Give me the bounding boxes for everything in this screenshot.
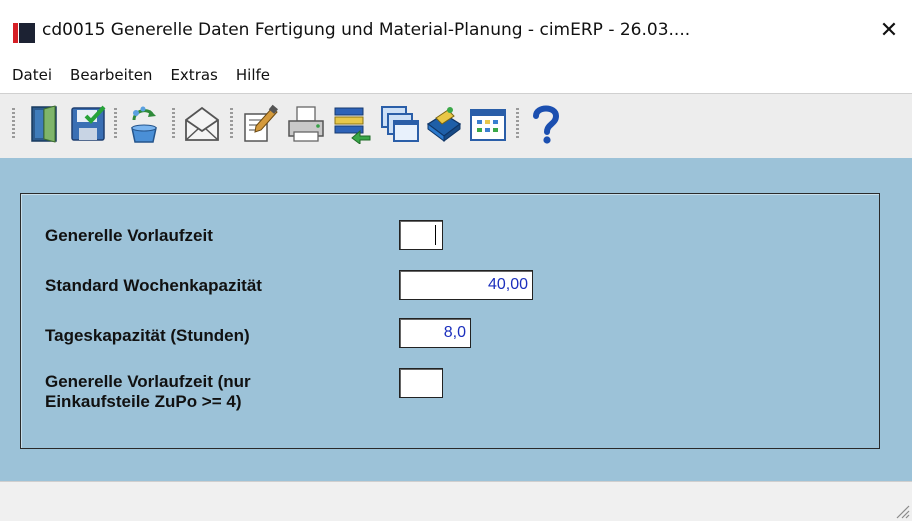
toolbar-separator [516, 108, 519, 140]
toolbar-grip [12, 108, 15, 140]
help-icon[interactable] [526, 104, 566, 144]
book-icon[interactable] [424, 104, 464, 144]
calendar-icon[interactable] [468, 104, 508, 144]
exit-door-icon[interactable] [24, 104, 64, 144]
toolbar-separator [172, 108, 175, 140]
close-icon: ✕ [879, 17, 899, 43]
label-standard-wochenkapazitaet: Standard Wochenkapazität [45, 276, 262, 295]
close-button[interactable]: ✕ [866, 10, 912, 50]
toolbar-separator [230, 108, 233, 140]
menu-datei[interactable]: Datei [0, 58, 61, 92]
settings-group: Generelle Vorlaufzeit Standard Wochenkap… [20, 193, 880, 449]
standard-wochenkapazitaet-input[interactable]: 40,00 [399, 270, 533, 300]
edit-document-icon[interactable] [240, 104, 280, 144]
mail-icon[interactable] [182, 104, 222, 144]
vorlaufzeit-einkaufsteile-input[interactable] [399, 368, 443, 398]
toolbar [0, 93, 912, 159]
tageskapazitaet-input[interactable]: 8,0 [399, 318, 471, 348]
list-export-icon[interactable] [332, 104, 372, 144]
title-bar: cd0015 Generelle Daten Fertigung und Mat… [0, 0, 912, 58]
menu-bearbeiten[interactable]: Bearbeiten [61, 58, 161, 92]
menu-hilfe[interactable]: Hilfe [227, 58, 279, 92]
menu-bar: Datei Bearbeiten Extras Hilfe [0, 58, 912, 92]
label-vorlaufzeit-einkaufsteile: Generelle Vorlaufzeit (nur Einkaufsteile… [45, 372, 251, 411]
menu-extras[interactable]: Extras [161, 58, 226, 92]
save-icon[interactable] [68, 104, 108, 144]
label-generelle-vorlaufzeit: Generelle Vorlaufzeit [45, 226, 213, 245]
label-tageskapazitaet: Tageskapazität (Stunden) [45, 326, 250, 345]
app-icon [13, 23, 35, 43]
window-title: cd0015 Generelle Daten Fertigung und Mat… [42, 20, 691, 40]
text-caret [435, 225, 436, 245]
toolbar-separator [114, 108, 117, 140]
generelle-vorlaufzeit-input[interactable] [399, 220, 443, 250]
windows-icon[interactable] [380, 104, 420, 144]
status-bar [0, 481, 912, 521]
resize-grip-icon[interactable] [894, 503, 910, 519]
recycle-icon[interactable] [124, 104, 164, 144]
print-icon[interactable] [286, 104, 326, 144]
form-area: Generelle Vorlaufzeit Standard Wochenkap… [0, 158, 912, 481]
